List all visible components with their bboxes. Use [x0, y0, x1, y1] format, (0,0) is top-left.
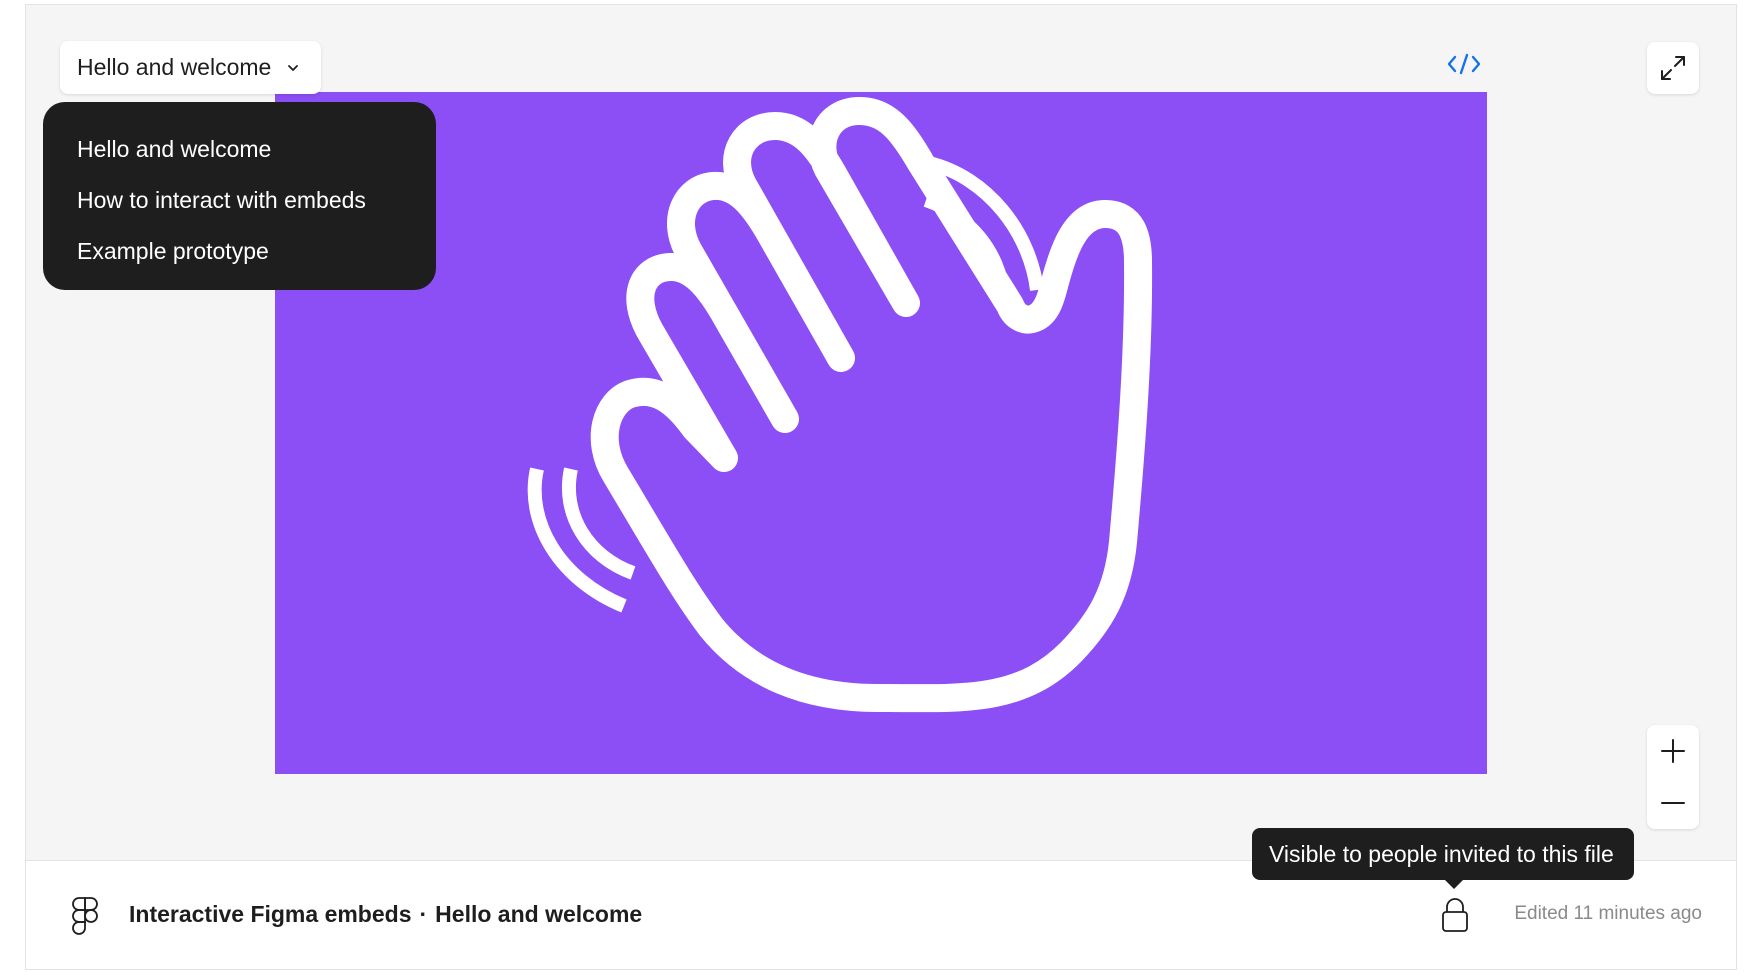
- zoom-in-button[interactable]: [1647, 725, 1699, 777]
- zoom-out-button[interactable]: [1647, 777, 1699, 829]
- current-page-name: Hello and welcome: [435, 901, 643, 927]
- figma-embed: Hello and welcome Hello and welcome How …: [25, 4, 1737, 970]
- expand-icon: [1661, 56, 1685, 80]
- page-menu-item-hello[interactable]: Hello and welcome: [43, 124, 436, 175]
- plus-icon: [1661, 739, 1685, 763]
- edited-timestamp: Edited 11 minutes ago: [1514, 903, 1702, 924]
- minus-icon: [1661, 802, 1685, 804]
- file-title[interactable]: Interactive Figma embeds · Hello and welco…: [129, 901, 642, 928]
- fullscreen-button[interactable]: [1647, 42, 1699, 94]
- welcome-frame[interactable]: [275, 92, 1487, 774]
- footer-bar: Interactive Figma embeds · Hello and welco…: [26, 861, 1736, 969]
- title-separator: ·: [419, 901, 428, 927]
- page-selector-label: Hello and welcome: [77, 54, 272, 80]
- page-menu-item-prototype[interactable]: Example prototype: [43, 226, 436, 277]
- code-button[interactable]: [1446, 51, 1482, 77]
- page-menu: Hello and welcome How to interact with e…: [43, 102, 436, 290]
- lock-icon[interactable]: [1440, 897, 1470, 933]
- code-icon: [1447, 53, 1481, 75]
- waving-hand-icon: [527, 97, 1153, 713]
- file-name: Interactive Figma embeds: [129, 901, 412, 927]
- canvas[interactable]: Hello and welcome Hello and welcome How …: [26, 5, 1736, 861]
- page-selector[interactable]: Hello and welcome: [60, 41, 322, 94]
- chevron-down-icon: [288, 64, 299, 71]
- page-menu-item-interact[interactable]: How to interact with embeds: [43, 175, 436, 226]
- zoom-controls: [1647, 725, 1699, 829]
- figma-logo-icon[interactable]: [72, 897, 98, 935]
